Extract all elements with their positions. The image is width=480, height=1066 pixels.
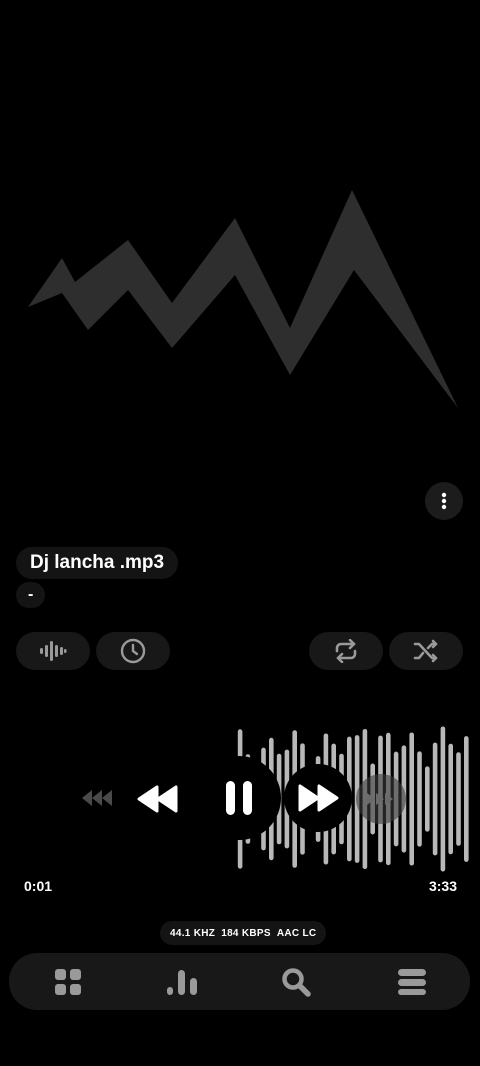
bitrate: 184 KBPS xyxy=(221,927,271,939)
sample-rate: 44.1 KHZ xyxy=(170,927,216,939)
clock-icon xyxy=(120,638,146,664)
play-pause-button[interactable] xyxy=(197,756,281,840)
nav-menu[interactable] xyxy=(382,953,442,1010)
bottom-nav xyxy=(9,953,470,1010)
bar-chart-icon xyxy=(167,969,197,995)
nav-library[interactable] xyxy=(38,953,98,1010)
codec: AAC LC xyxy=(276,927,317,939)
waveform-bar xyxy=(456,752,461,846)
waveform-bar xyxy=(448,743,453,855)
waveform-bar xyxy=(425,766,430,832)
total-time: 3:33 xyxy=(428,878,457,894)
current-time: 0:01 xyxy=(24,878,53,894)
fast-forward-button[interactable] xyxy=(284,764,352,832)
track-artist: - xyxy=(16,582,46,608)
grid-icon xyxy=(55,968,81,995)
menu-icon xyxy=(398,968,426,995)
shuffle-icon xyxy=(413,639,438,663)
search-icon xyxy=(282,967,311,997)
track-title: Dj lancha .mp3 xyxy=(16,547,179,579)
skip-forward-small-button[interactable] xyxy=(356,774,406,824)
waveform-bar xyxy=(417,751,422,847)
more-vertical-icon xyxy=(441,492,447,510)
waveform-bar xyxy=(432,742,438,856)
rewind-icon[interactable] xyxy=(136,784,180,814)
waveform-bar xyxy=(409,732,414,866)
repeat-button[interactable] xyxy=(309,632,383,670)
nav-stats[interactable] xyxy=(152,953,212,1010)
fast-forward-icon xyxy=(298,784,339,812)
skip-forward-small-icon xyxy=(367,793,393,805)
audio-info-badge: 44.1 KHZ 184 KBPS AAC LC xyxy=(160,921,327,945)
waveform-bar xyxy=(440,726,446,872)
sleep-timer-button[interactable] xyxy=(96,632,170,670)
skip-back-small-icon[interactable] xyxy=(80,786,116,810)
nav-search[interactable] xyxy=(266,953,326,1010)
shuffle-button[interactable] xyxy=(389,632,463,670)
more-options-button[interactable] xyxy=(425,482,463,520)
pause-icon xyxy=(226,781,252,815)
repeat-icon xyxy=(335,639,357,663)
equalizer-button[interactable] xyxy=(16,632,90,670)
waveform-bar xyxy=(464,736,469,862)
album-art xyxy=(28,190,458,408)
waveform-icon xyxy=(40,641,67,661)
